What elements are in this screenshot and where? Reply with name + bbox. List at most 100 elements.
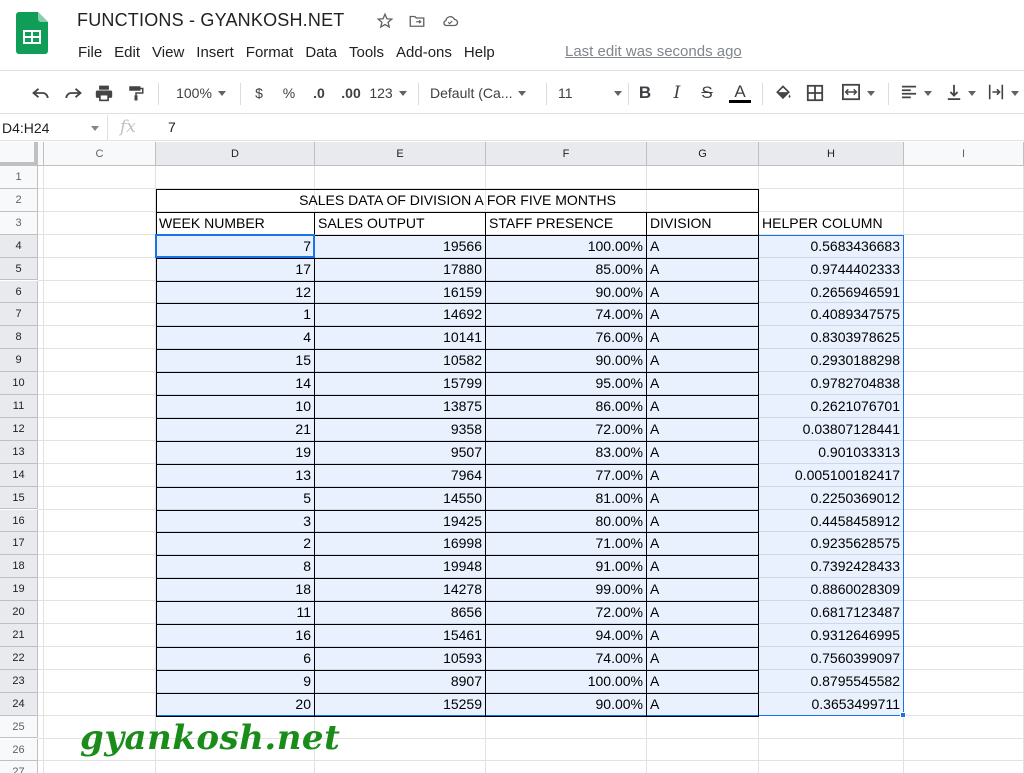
- data-cell[interactable]: 0.901033313: [759, 441, 903, 464]
- data-cell[interactable]: A: [647, 601, 758, 624]
- strikethrough-button[interactable]: S: [694, 81, 720, 105]
- data-cell[interactable]: 6: [156, 647, 314, 670]
- data-cell[interactable]: 80.00%: [486, 510, 646, 533]
- data-cell[interactable]: 10141: [315, 326, 485, 349]
- formula-input[interactable]: 7: [168, 119, 176, 135]
- data-cell[interactable]: 2: [156, 532, 314, 555]
- data-cell[interactable]: A: [647, 349, 758, 372]
- decrease-decimal-button[interactable]: .0: [308, 81, 330, 105]
- data-cell[interactable]: 74.00%: [486, 647, 646, 670]
- data-cell[interactable]: 94.00%: [486, 624, 646, 647]
- vertical-align-button[interactable]: [942, 81, 980, 105]
- header-cell[interactable]: WEEK NUMBER: [156, 212, 315, 235]
- data-cell[interactable]: 8656: [315, 601, 485, 624]
- currency-format-button[interactable]: $: [250, 81, 268, 105]
- data-cell[interactable]: A: [647, 258, 758, 281]
- italic-button[interactable]: I: [664, 81, 690, 105]
- data-cell[interactable]: 99.00%: [486, 578, 646, 601]
- fill-handle[interactable]: [900, 711, 906, 718]
- paint-format-icon[interactable]: [123, 81, 149, 105]
- data-cell[interactable]: 0.3653499711: [759, 693, 903, 716]
- data-cell[interactable]: 14: [156, 372, 314, 395]
- document-title[interactable]: FUNCTIONS - GYANKOSH.NET: [77, 10, 344, 31]
- cloud-status-icon[interactable]: [440, 12, 459, 30]
- data-cell[interactable]: A: [647, 487, 758, 510]
- active-cell[interactable]: [155, 233, 315, 258]
- menu-help[interactable]: Help: [458, 42, 501, 64]
- row-header-2[interactable]: 2: [0, 188, 38, 212]
- data-cell[interactable]: 76.00%: [486, 326, 646, 349]
- row-header-20[interactable]: 20: [0, 601, 38, 624]
- data-cell[interactable]: 90.00%: [486, 693, 646, 716]
- data-cell[interactable]: 0.9235628575: [759, 532, 903, 555]
- percent-format-button[interactable]: %: [280, 81, 298, 105]
- data-cell[interactable]: 7964: [315, 464, 485, 487]
- menu-view[interactable]: View: [146, 42, 190, 64]
- select-all-corner[interactable]: [0, 142, 38, 166]
- data-cell[interactable]: 12: [156, 281, 314, 304]
- name-box[interactable]: D4:H24: [0, 115, 108, 141]
- data-cell[interactable]: 90.00%: [486, 281, 646, 304]
- data-cell[interactable]: 91.00%: [486, 555, 646, 578]
- data-cell[interactable]: 14278: [315, 578, 485, 601]
- star-icon[interactable]: [376, 12, 394, 30]
- column-header-f[interactable]: F: [486, 142, 647, 166]
- data-cell[interactable]: 16998: [315, 532, 485, 555]
- data-cell[interactable]: 100.00%: [486, 670, 646, 693]
- data-cell[interactable]: A: [647, 693, 758, 716]
- data-cell[interactable]: 0.5683436683: [759, 235, 903, 258]
- spreadsheet-grid[interactable]: C D E F G H I 1 2 3 4 5 6 7 8 9 10 11 12 13 14 15 16 17 18 19 20 21…: [0, 142, 1024, 773]
- data-cell[interactable]: A: [647, 532, 758, 555]
- zoom-select[interactable]: 100%: [170, 81, 232, 105]
- row-header-26[interactable]: 26: [0, 738, 38, 762]
- text-color-button[interactable]: A: [727, 81, 753, 105]
- data-cell[interactable]: 15799: [315, 372, 485, 395]
- data-cell[interactable]: A: [647, 326, 758, 349]
- data-cell[interactable]: A: [647, 395, 758, 418]
- borders-icon[interactable]: [802, 81, 828, 105]
- data-cell[interactable]: 15: [156, 349, 314, 372]
- last-edit-link[interactable]: Last edit was seconds ago: [565, 43, 742, 60]
- bold-button[interactable]: B: [632, 81, 658, 105]
- data-cell[interactable]: A: [647, 555, 758, 578]
- row-header-15[interactable]: 15: [0, 486, 38, 510]
- data-cell[interactable]: 0.2656946591: [759, 281, 903, 304]
- data-cell[interactable]: 90.00%: [486, 349, 646, 372]
- row-header-1[interactable]: 1: [0, 166, 38, 189]
- row-header-21[interactable]: 21: [0, 624, 38, 647]
- table-title[interactable]: SALES DATA OF DIVISION A FOR FIVE MONTHS: [156, 189, 759, 212]
- undo-icon[interactable]: [28, 81, 54, 105]
- data-cell[interactable]: 17: [156, 258, 314, 281]
- data-cell[interactable]: 72.00%: [486, 418, 646, 441]
- data-cell[interactable]: 17880: [315, 258, 485, 281]
- data-cell[interactable]: 9507: [315, 441, 485, 464]
- data-cell[interactable]: 21: [156, 418, 314, 441]
- data-cell[interactable]: 85.00%: [486, 258, 646, 281]
- data-cell[interactable]: 0.7560399097: [759, 647, 903, 670]
- merge-cells-button[interactable]: [834, 81, 882, 105]
- column-header-c[interactable]: C: [44, 142, 156, 166]
- column-header-g[interactable]: G: [647, 142, 759, 166]
- data-cell[interactable]: 0.4089347575: [759, 303, 903, 326]
- column-header-h[interactable]: H: [759, 142, 904, 166]
- row-header-11[interactable]: 11: [0, 395, 38, 418]
- data-cell[interactable]: 11: [156, 601, 314, 624]
- menu-edit[interactable]: Edit: [108, 42, 146, 64]
- data-cell[interactable]: A: [647, 372, 758, 395]
- data-cell[interactable]: 4: [156, 326, 314, 349]
- data-cell[interactable]: 0.9744402333: [759, 258, 903, 281]
- row-header-5[interactable]: 5: [0, 257, 38, 281]
- data-cell[interactable]: 0.2250369012: [759, 487, 903, 510]
- row-header-4[interactable]: 4: [0, 234, 38, 258]
- column-header-e[interactable]: E: [315, 142, 486, 166]
- data-cell[interactable]: 10582: [315, 349, 485, 372]
- data-cell[interactable]: 16: [156, 624, 314, 647]
- data-cell[interactable]: 5: [156, 487, 314, 510]
- font-family-select[interactable]: Default (Ca...: [430, 81, 540, 105]
- google-sheets-logo-icon[interactable]: [16, 12, 48, 54]
- data-cell[interactable]: 15259: [315, 693, 485, 716]
- data-cell[interactable]: A: [647, 578, 758, 601]
- data-cell[interactable]: 0.9782704838: [759, 372, 903, 395]
- data-cell[interactable]: 77.00%: [486, 464, 646, 487]
- data-cell[interactable]: A: [647, 464, 758, 487]
